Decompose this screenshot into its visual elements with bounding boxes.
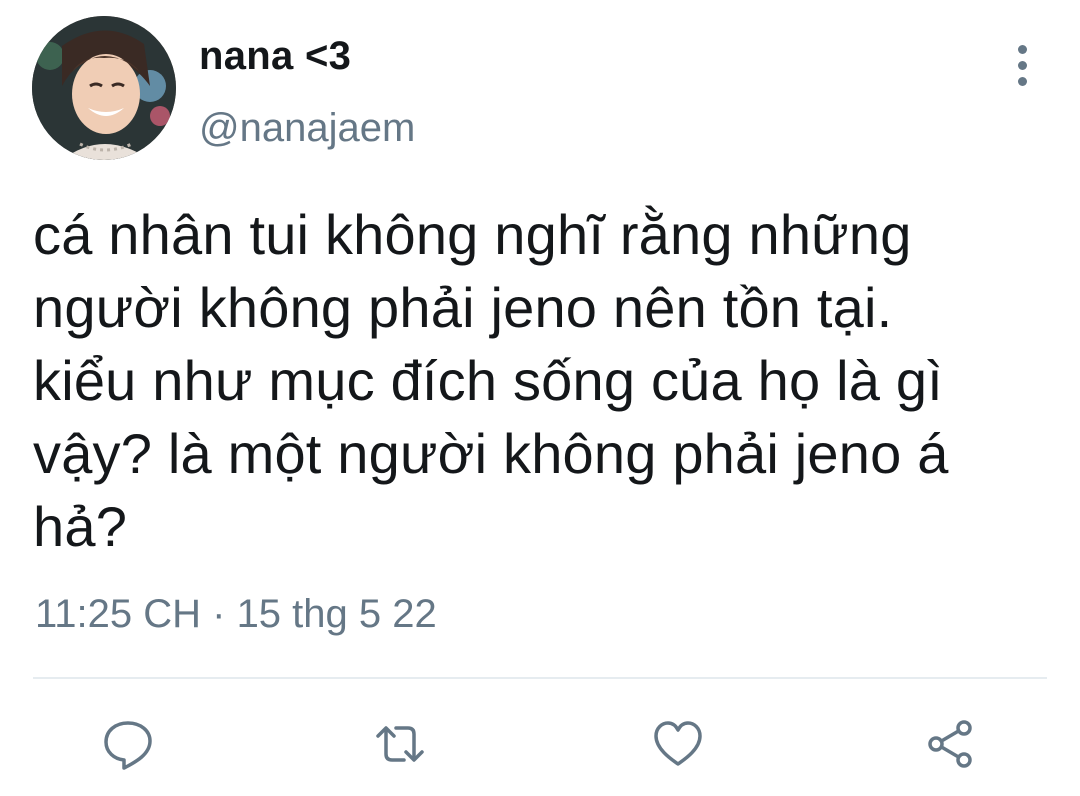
share-icon	[928, 720, 972, 768]
tweet-timestamp[interactable]: 11:25 CH · 15 thg 5 22	[35, 592, 437, 637]
reply-icon	[104, 721, 152, 770]
retweet-icon	[376, 726, 424, 762]
more-vertical-icon	[1017, 44, 1027, 54]
avatar-image	[32, 16, 176, 160]
tweet-card: nana <3 @nanajaem cá nhân tui không nghĩ…	[0, 0, 1080, 796]
more-options-button[interactable]	[1002, 40, 1042, 90]
like-button[interactable]	[650, 716, 706, 772]
share-button[interactable]	[922, 716, 978, 772]
more-vertical-icon-dot	[1017, 76, 1027, 86]
display-name[interactable]: nana <3	[199, 34, 351, 79]
heart-icon	[654, 721, 702, 766]
user-handle[interactable]: @nanajaem	[199, 106, 415, 151]
retweet-button[interactable]	[372, 716, 428, 772]
more-vertical-icon-dot	[1017, 60, 1027, 70]
avatar[interactable]	[32, 16, 176, 160]
divider	[33, 677, 1047, 679]
reply-button[interactable]	[100, 716, 156, 772]
tweet-text: cá nhân tui không nghĩ rằng những người …	[33, 203, 949, 558]
